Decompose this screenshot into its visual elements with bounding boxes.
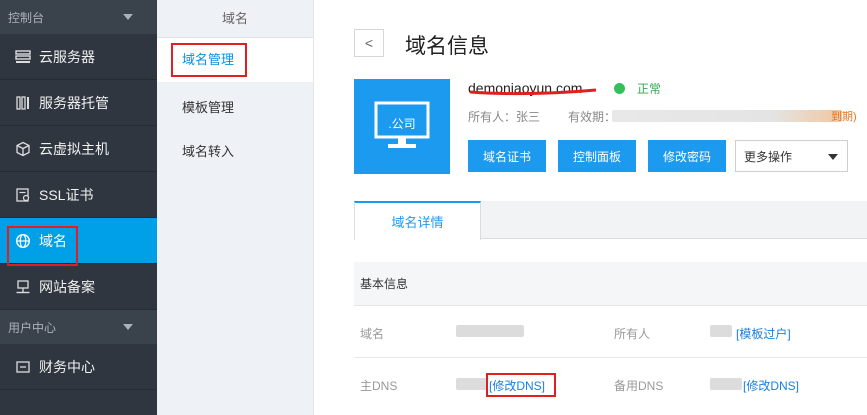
sidebar-group-console[interactable]: 控制台 bbox=[0, 0, 157, 34]
info-row-dns: 主DNS [修改DNS] 备用DNS [修改DNS] bbox=[354, 358, 867, 410]
sidebar-item-finance[interactable]: 财务中心 bbox=[0, 344, 157, 390]
sidebar-item-label: 网站备案 bbox=[39, 278, 95, 295]
status-text: 正常 bbox=[637, 82, 662, 96]
domain-certificate-button[interactable]: 域名证书 bbox=[468, 140, 546, 172]
sidebar-item-label: SSL证书 bbox=[39, 186, 94, 203]
status-ok-icon bbox=[614, 83, 625, 94]
caret-down-icon bbox=[123, 324, 133, 330]
server-rack-icon bbox=[14, 94, 32, 112]
sidebar-item-virtual-host[interactable]: 云虚拟主机 bbox=[0, 126, 157, 172]
owner-text: 所有人：张三 bbox=[468, 110, 541, 124]
sidebar-item-filing[interactable]: 网站备案 bbox=[0, 264, 157, 310]
row-label-domain: 域名 bbox=[360, 327, 385, 341]
highlight-box-domain-management bbox=[171, 43, 247, 77]
blurred-backup-dns bbox=[710, 378, 742, 390]
sidebar-item-cloud-server[interactable]: 云服务器 bbox=[0, 34, 157, 80]
template-transfer-link[interactable]: [模板过户] bbox=[736, 325, 791, 342]
modify-dns-link-backup[interactable]: [修改DNS] bbox=[743, 377, 799, 394]
control-panel-button[interactable]: 控制面板 bbox=[558, 140, 636, 172]
back-button[interactable]: < bbox=[354, 29, 384, 57]
sidebar-group-label: 用户中心 bbox=[8, 320, 57, 335]
tab-domain-details[interactable]: 域名详情 bbox=[354, 201, 481, 240]
sidebar-item-server-hosting[interactable]: 服务器托管 bbox=[0, 80, 157, 126]
subnav-item-template-management[interactable]: 模板管理 bbox=[157, 86, 313, 130]
expire-blurred-value bbox=[612, 110, 842, 122]
server-list-icon bbox=[14, 48, 32, 66]
page-title: 域名信息 bbox=[405, 35, 489, 58]
row-label-backup-dns: 备用DNS bbox=[614, 379, 664, 393]
domain-suffix-logo: .公司 bbox=[354, 79, 450, 174]
sidebar-item-ssl[interactable]: SSL证书 bbox=[0, 172, 157, 218]
blurred-primary-dns bbox=[456, 378, 488, 390]
sidebar-item-label: 财务中心 bbox=[39, 358, 95, 375]
sidebar-item-label: 服务器托管 bbox=[39, 94, 109, 111]
domain-suffix-text: .公司 bbox=[388, 117, 416, 131]
finance-icon bbox=[14, 358, 32, 376]
chevron-down-icon bbox=[828, 154, 838, 160]
expire-tail: 到期) bbox=[831, 111, 857, 123]
section-basic-info: 基本信息 bbox=[354, 262, 867, 306]
sidebar-group-label: 控制台 bbox=[8, 10, 45, 25]
subnav-item-domain-transfer[interactable]: 域名转入 bbox=[157, 130, 313, 174]
more-actions-label: 更多操作 bbox=[744, 149, 793, 164]
highlight-box-domain bbox=[7, 226, 78, 266]
redaction-scribble bbox=[469, 88, 597, 96]
certificate-icon bbox=[14, 186, 32, 204]
blurred-owner-value bbox=[710, 325, 732, 337]
change-password-button[interactable]: 修改密码 bbox=[648, 140, 726, 172]
expire-label: 有效期： bbox=[568, 110, 617, 124]
subnav-title: 域名 bbox=[157, 0, 313, 38]
caret-down-icon bbox=[123, 14, 133, 20]
row-label-primary-dns: 主DNS bbox=[360, 379, 398, 393]
filing-icon bbox=[14, 278, 32, 296]
highlight-box-modify-dns bbox=[486, 373, 556, 397]
sidebar-item-label: 云虚拟主机 bbox=[39, 140, 109, 157]
cube-icon bbox=[14, 140, 32, 158]
sidebar-group-user-center[interactable]: 用户中心 bbox=[0, 310, 157, 344]
main-panel: < 域名信息 .公司 demoniaoyun.com 正常 所有人：张三 有效期… bbox=[314, 0, 867, 415]
sidebar: 控制台 云服务器 服务器托管 云虚拟主机 SSL证书 域名 网站备案 用户中心 … bbox=[0, 0, 157, 415]
more-actions-select[interactable]: 更多操作 bbox=[735, 140, 848, 172]
sidebar-item-label: 云服务器 bbox=[39, 48, 95, 65]
row-label-owner: 所有人 bbox=[614, 327, 651, 341]
info-row-domain: 域名 所有人 [模板过户] bbox=[354, 306, 867, 358]
blurred-domain-value bbox=[456, 325, 524, 337]
tab-bar: 域名详情 bbox=[354, 201, 867, 240]
